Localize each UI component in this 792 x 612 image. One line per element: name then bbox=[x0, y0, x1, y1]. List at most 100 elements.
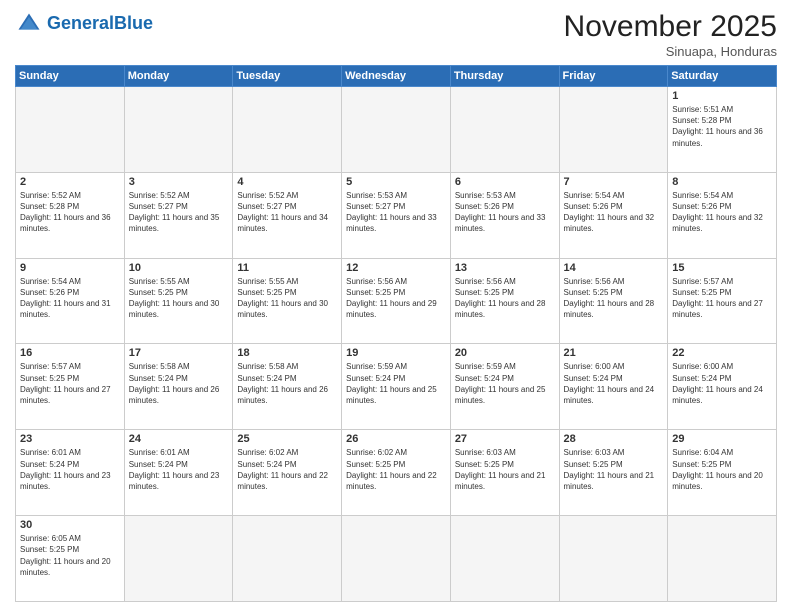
day-cell-25: 25Sunrise: 6:02 AMSunset: 5:24 PMDayligh… bbox=[233, 430, 342, 516]
day-number: 27 bbox=[455, 433, 555, 445]
day-info: Sunrise: 5:55 AMSunset: 5:25 PMDaylight:… bbox=[129, 276, 229, 321]
empty-cell bbox=[233, 516, 342, 602]
day-number: 25 bbox=[237, 433, 337, 445]
day-cell-14: 14Sunrise: 5:56 AMSunset: 5:25 PMDayligh… bbox=[559, 258, 668, 344]
day-cell-6: 6Sunrise: 5:53 AMSunset: 5:26 PMDaylight… bbox=[450, 172, 559, 258]
day-number: 21 bbox=[564, 347, 664, 359]
logo-blue: Blue bbox=[114, 13, 153, 33]
day-number: 10 bbox=[129, 262, 229, 274]
day-info: Sunrise: 6:03 AMSunset: 5:25 PMDaylight:… bbox=[564, 447, 664, 492]
day-number: 3 bbox=[129, 176, 229, 188]
day-info: Sunrise: 5:52 AMSunset: 5:28 PMDaylight:… bbox=[20, 190, 120, 235]
day-cell-2: 2 Sunrise: 5:52 AMSunset: 5:28 PMDaylight… bbox=[16, 172, 125, 258]
logo-icon bbox=[15, 10, 43, 38]
day-info: Sunrise: 5:54 AMSunset: 5:26 PMDaylight:… bbox=[672, 190, 772, 235]
empty-cell bbox=[559, 87, 668, 173]
header: GeneralBlue November 2025 Sinuapa, Hondu… bbox=[15, 10, 777, 59]
day-cell-23: 23 Sunrise: 6:01 AMSunset: 5:24 PMDayligh… bbox=[16, 430, 125, 516]
calendar-row-0: 1 Sunrise: 5:51 AMSunset: 5:28 PMDaylight… bbox=[16, 87, 777, 173]
day-number: 2 bbox=[20, 176, 120, 188]
day-info: Sunrise: 5:52 AMSunset: 5:27 PMDaylight:… bbox=[129, 190, 229, 235]
calendar-row-1: 2 Sunrise: 5:52 AMSunset: 5:28 PMDaylight… bbox=[16, 172, 777, 258]
day-cell-17: 17Sunrise: 5:58 AMSunset: 5:24 PMDayligh… bbox=[124, 344, 233, 430]
day-cell-16: 16Sunrise: 5:57 AMSunset: 5:25 PMDayligh… bbox=[16, 344, 125, 430]
day-info: Sunrise: 6:00 AMSunset: 5:24 PMDaylight:… bbox=[564, 361, 664, 406]
header-tuesday: Tuesday bbox=[233, 66, 342, 87]
day-cell-29: 29Sunrise: 6:04 AMSunset: 5:25 PMDayligh… bbox=[668, 430, 777, 516]
weekday-header-row: Sunday Monday Tuesday Wednesday Thursday… bbox=[16, 66, 777, 87]
day-info: Sunrise: 5:53 AMSunset: 5:27 PMDaylight:… bbox=[346, 190, 446, 235]
day-number: 1 bbox=[672, 90, 772, 102]
day-number: 20 bbox=[455, 347, 555, 359]
day-info: Sunrise: 6:01 AMSunset: 5:24 PMDaylight:… bbox=[129, 447, 229, 492]
title-block: November 2025 Sinuapa, Honduras bbox=[564, 10, 777, 59]
empty-cell bbox=[233, 87, 342, 173]
day-info: Sunrise: 5:54 AMSunset: 5:26 PMDaylight:… bbox=[20, 276, 120, 321]
day-number: 15 bbox=[672, 262, 772, 274]
day-info: Sunrise: 5:58 AMSunset: 5:24 PMDaylight:… bbox=[237, 361, 337, 406]
day-number: 9 bbox=[20, 262, 120, 274]
day-info: Sunrise: 6:05 AMSunset: 5:25 PMDaylight:… bbox=[20, 533, 120, 578]
day-info: Sunrise: 5:52 AMSunset: 5:27 PMDaylight:… bbox=[237, 190, 337, 235]
day-number: 8 bbox=[672, 176, 772, 188]
day-number: 29 bbox=[672, 433, 772, 445]
day-number: 7 bbox=[564, 176, 664, 188]
day-number: 12 bbox=[346, 262, 446, 274]
day-cell-24: 24 Sunrise: 6:01 AMSunset: 5:24 PMDayligh… bbox=[124, 430, 233, 516]
day-number: 22 bbox=[672, 347, 772, 359]
day-number: 23 bbox=[20, 433, 120, 445]
day-cell-11: 11Sunrise: 5:55 AMSunset: 5:25 PMDayligh… bbox=[233, 258, 342, 344]
day-cell-28: 28 Sunrise: 6:03 AMSunset: 5:25 PMDayligh… bbox=[559, 430, 668, 516]
day-cell-12: 12Sunrise: 5:56 AMSunset: 5:25 PMDayligh… bbox=[342, 258, 451, 344]
day-cell-15: 15 Sunrise: 5:57 AMSunset: 5:25 PMDayligh… bbox=[668, 258, 777, 344]
day-cell-13: 13Sunrise: 5:56 AMSunset: 5:25 PMDayligh… bbox=[450, 258, 559, 344]
month-title: November 2025 bbox=[564, 10, 777, 44]
day-info: Sunrise: 6:00 AMSunset: 5:24 PMDaylight:… bbox=[672, 361, 772, 406]
header-friday: Friday bbox=[559, 66, 668, 87]
day-info: Sunrise: 6:03 AMSunset: 5:25 PMDaylight:… bbox=[455, 447, 555, 492]
calendar-row-4: 23 Sunrise: 6:01 AMSunset: 5:24 PMDayligh… bbox=[16, 430, 777, 516]
day-number: 4 bbox=[237, 176, 337, 188]
empty-cell bbox=[559, 516, 668, 602]
empty-cell bbox=[342, 516, 451, 602]
day-info: Sunrise: 5:54 AMSunset: 5:26 PMDaylight:… bbox=[564, 190, 664, 235]
day-cell-18: 18Sunrise: 5:58 AMSunset: 5:24 PMDayligh… bbox=[233, 344, 342, 430]
day-number: 28 bbox=[564, 433, 664, 445]
day-info: Sunrise: 5:51 AMSunset: 5:28 PMDaylight:… bbox=[672, 104, 772, 149]
logo-general: General bbox=[47, 13, 114, 33]
day-cell-7: 7 Sunrise: 5:54 AMSunset: 5:26 PMDaylight… bbox=[559, 172, 668, 258]
header-saturday: Saturday bbox=[668, 66, 777, 87]
day-info: Sunrise: 5:58 AMSunset: 5:24 PMDaylight:… bbox=[129, 361, 229, 406]
day-cell-8: 8 Sunrise: 5:54 AMSunset: 5:26 PMDaylight… bbox=[668, 172, 777, 258]
day-info: Sunrise: 5:59 AMSunset: 5:24 PMDaylight:… bbox=[455, 361, 555, 406]
empty-cell bbox=[124, 516, 233, 602]
day-number: 24 bbox=[129, 433, 229, 445]
day-cell-21: 21 Sunrise: 6:00 AMSunset: 5:24 PMDayligh… bbox=[559, 344, 668, 430]
day-info: Sunrise: 6:01 AMSunset: 5:24 PMDaylight:… bbox=[20, 447, 120, 492]
day-cell-20: 20 Sunrise: 5:59 AMSunset: 5:24 PMDayligh… bbox=[450, 344, 559, 430]
logo: GeneralBlue bbox=[15, 10, 153, 38]
calendar-row-2: 9 Sunrise: 5:54 AMSunset: 5:26 PMDaylight… bbox=[16, 258, 777, 344]
day-number: 30 bbox=[20, 519, 120, 531]
day-number: 19 bbox=[346, 347, 446, 359]
day-cell-1: 1 Sunrise: 5:51 AMSunset: 5:28 PMDaylight… bbox=[668, 87, 777, 173]
day-info: Sunrise: 5:59 AMSunset: 5:24 PMDaylight:… bbox=[346, 361, 446, 406]
page: GeneralBlue November 2025 Sinuapa, Hondu… bbox=[0, 0, 792, 612]
empty-cell bbox=[450, 87, 559, 173]
calendar-row-3: 16Sunrise: 5:57 AMSunset: 5:25 PMDayligh… bbox=[16, 344, 777, 430]
day-cell-10: 10 Sunrise: 5:55 AMSunset: 5:25 PMDayligh… bbox=[124, 258, 233, 344]
day-cell-22: 22 Sunrise: 6:00 AMSunset: 5:24 PMDayligh… bbox=[668, 344, 777, 430]
day-cell-3: 3 Sunrise: 5:52 AMSunset: 5:27 PMDaylight… bbox=[124, 172, 233, 258]
header-monday: Monday bbox=[124, 66, 233, 87]
calendar-row-5: 30 Sunrise: 6:05 AMSunset: 5:25 PMDayligh… bbox=[16, 516, 777, 602]
day-cell-27: 27 Sunrise: 6:03 AMSunset: 5:25 PMDayligh… bbox=[450, 430, 559, 516]
day-cell-4: 4 Sunrise: 5:52 AMSunset: 5:27 PMDaylight… bbox=[233, 172, 342, 258]
day-info: Sunrise: 5:56 AMSunset: 5:25 PMDaylight:… bbox=[564, 276, 664, 321]
day-cell-5: 5 Sunrise: 5:53 AMSunset: 5:27 PMDaylight… bbox=[342, 172, 451, 258]
header-thursday: Thursday bbox=[450, 66, 559, 87]
day-info: Sunrise: 5:55 AMSunset: 5:25 PMDaylight:… bbox=[237, 276, 337, 321]
day-info: Sunrise: 5:57 AMSunset: 5:25 PMDaylight:… bbox=[672, 276, 772, 321]
subtitle: Sinuapa, Honduras bbox=[564, 44, 777, 59]
calendar-table: Sunday Monday Tuesday Wednesday Thursday… bbox=[15, 65, 777, 602]
day-number: 5 bbox=[346, 176, 446, 188]
